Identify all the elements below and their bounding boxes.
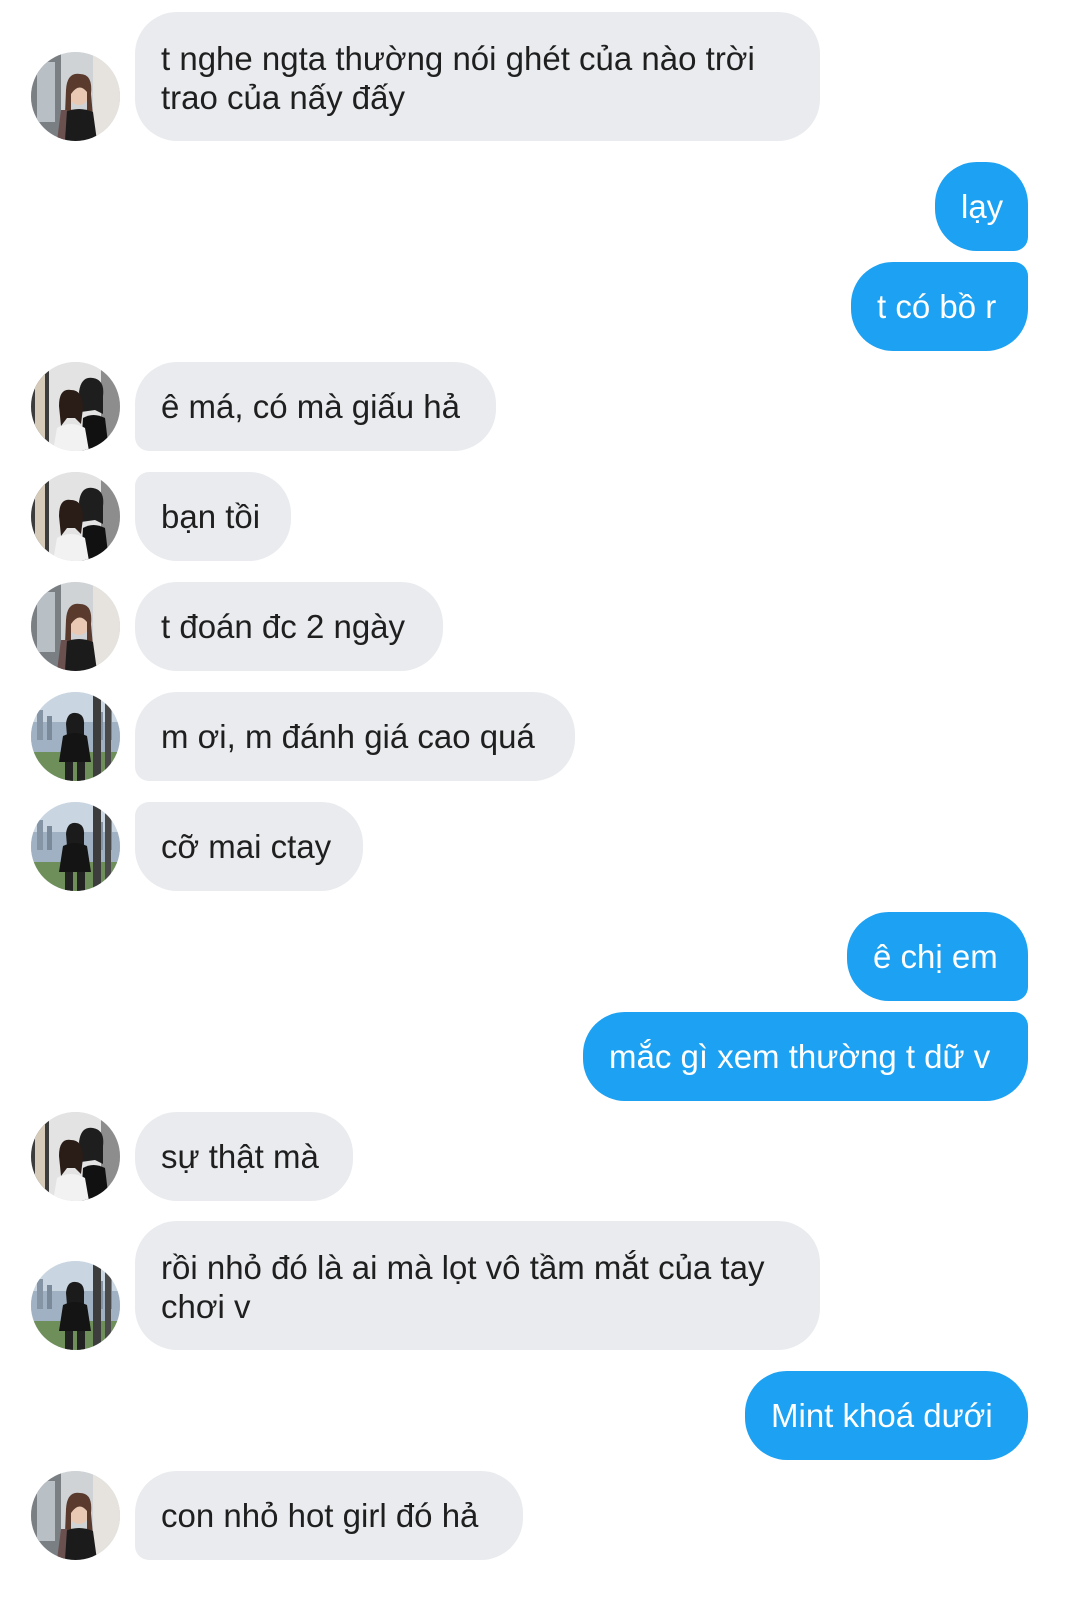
message-bubble-incoming[interactable]: t đoán đc 2 ngày [135,582,443,671]
message-bubble-incoming[interactable]: m ơi, m đánh giá cao quá [135,692,575,781]
avatar-girl-mirror-icon[interactable] [31,52,120,141]
message-text: cỡ mai ctay [161,828,332,865]
message-text: rồi nhỏ đó là ai mà lọt vô tầm mắt của t… [161,1249,765,1325]
avatar-girl-mirror-icon[interactable] [31,1471,120,1560]
message-bubble-outgoing[interactable]: lạy [935,162,1028,251]
avatar-city-girl-icon[interactable] [31,802,120,891]
avatar-city-girl-icon[interactable] [31,692,120,781]
message-bubble-outgoing[interactable]: t có bồ r [851,262,1028,351]
message-bubble-incoming[interactable]: sự thật mà [135,1112,353,1201]
message-text: t đoán đc 2 ngày [161,608,406,645]
message-text: bạn tồi [161,498,261,535]
message-bubble-outgoing[interactable]: Mint khoá dưới [745,1371,1028,1460]
message-bubble-incoming[interactable]: t nghe ngta thường nói ghét của nào trời… [135,12,820,141]
message-text: mắc gì xem thường t dữ v [609,1038,991,1075]
message-text: t nghe ngta thường nói ghét của nào trời… [161,40,755,116]
message-bubble-incoming[interactable]: ê má, có mà giấu hả [135,362,496,451]
message-text: con nhỏ hot girl đó hả [161,1497,479,1534]
message-text: m ơi, m đánh giá cao quá [161,718,535,755]
message-text: lạy [961,188,1004,225]
message-text: t có bồ r [877,288,997,325]
message-bubble-incoming[interactable]: con nhỏ hot girl đó hả [135,1471,523,1560]
message-bubble-outgoing[interactable]: mắc gì xem thường t dữ v [583,1012,1028,1101]
avatar-city-girl-icon[interactable] [31,1261,120,1350]
message-text: ê má, có mà giấu hả [161,388,460,425]
message-text: ê chị em [873,938,998,975]
message-text: Mint khoá dưới [771,1397,993,1434]
message-bubble-incoming[interactable]: cỡ mai ctay [135,802,363,891]
message-bubble-incoming[interactable]: rồi nhỏ đó là ai mà lọt vô tầm mắt của t… [135,1221,820,1350]
message-text: sự thật mà [161,1138,319,1175]
avatar-two-girls-icon[interactable] [31,472,120,561]
avatar-two-girls-icon[interactable] [31,1112,120,1201]
avatar-two-girls-icon[interactable] [31,362,120,451]
chat-thread: t nghe ngta thường nói ghét của nào trời… [0,0,1080,1601]
message-bubble-outgoing[interactable]: ê chị em [847,912,1028,1001]
message-bubble-incoming[interactable]: bạn tồi [135,472,291,561]
avatar-girl-mirror-icon[interactable] [31,582,120,671]
